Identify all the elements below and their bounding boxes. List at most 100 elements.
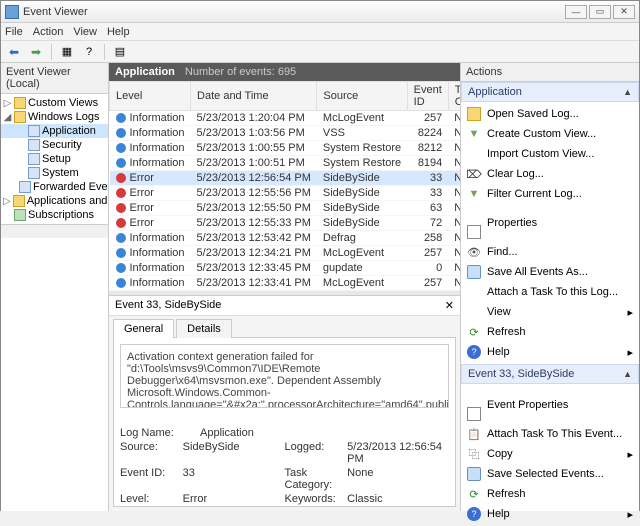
event-row[interactable]: Error5/23/2013 12:55:56 PMSideBySide33No… [110,186,461,201]
action-item[interactable]: ⟳Refresh [461,484,639,504]
column-header[interactable]: Source [317,82,407,111]
event-row[interactable]: Error5/23/2013 12:55:33 PMSideBySide72No… [110,216,461,231]
action-item[interactable]: ▼Filter Current Log... [461,184,639,204]
tab-details[interactable]: Details [176,319,232,338]
action-item[interactable]: Attach a Task To this Log... [461,282,639,302]
tree-icon: ▦ [62,45,72,58]
action-item[interactable]: ▼Create Custom View... [461,124,639,144]
error-icon [116,188,126,198]
event-row[interactable]: Information5/23/2013 1:00:55 PMSystem Re… [110,141,461,156]
action-item[interactable]: Properties [461,204,639,242]
action-label: Import Custom View... [487,148,633,160]
action-label: Filter Current Log... [487,188,633,200]
help-icon: ? [467,345,481,359]
maximize-button[interactable]: ▭ [589,5,611,19]
event-row[interactable]: Information5/23/2013 1:20:04 PMMcLogEven… [110,111,461,126]
event-row[interactable]: Information5/23/2013 12:33:41 PMMcLogEve… [110,276,461,291]
menu-action[interactable]: Action [33,26,64,38]
tree-scrollbar[interactable] [1,224,108,238]
actions-section-event[interactable]: Event 33, SideBySide▲ [461,364,639,384]
information-icon [116,263,126,273]
tree-node[interactable]: ▷Custom Views [1,96,108,110]
v-logged: 5/23/2013 12:56:54 PM [347,441,449,465]
event-count: Number of events: 695 [185,66,296,78]
tree-node[interactable]: Forwarded Events [1,180,108,194]
action-item[interactable]: ? Help ▸ [461,342,639,362]
blank-icon [467,147,481,161]
tree-node[interactable]: System [1,166,108,180]
forward-button[interactable]: ➡ [27,43,45,61]
actions-pane: Actions Application▲ Open Saved Log...▼C… [461,63,639,511]
tree-node[interactable]: Security [1,138,108,152]
column-header[interactable]: Level [110,82,191,111]
tree-node[interactable]: ◢Windows Logs [1,110,108,124]
action-label: Help [487,508,621,520]
tree-node[interactable]: Setup [1,152,108,166]
menu-help[interactable]: Help [107,26,130,38]
action-item[interactable]: ⿻Copy▸ [461,444,639,464]
action-item[interactable]: ⌦Clear Log... [461,164,639,184]
menu-file[interactable]: File [5,26,23,38]
event-row[interactable]: Error5/23/2013 12:56:54 PMSideBySide33No… [110,171,461,186]
action-item[interactable]: Save Selected Events... [461,464,639,484]
actions-section-application[interactable]: Application▲ [461,82,639,102]
chevron-right-icon: ▸ [627,346,633,359]
details-close-button[interactable]: ✕ [445,299,454,312]
navigation-tree: Event Viewer (Local) ▷Custom Views◢Windo… [1,63,109,511]
show-tree-button[interactable]: ▦ [58,43,76,61]
find-icon: 👁 [467,245,481,259]
v-level: Error [183,493,285,505]
props-icon [467,225,481,239]
close-button[interactable]: ✕ [613,5,635,19]
window-title: Event Viewer [23,6,565,18]
chevron-right-icon: ▸ [627,508,633,521]
event-row[interactable]: Error5/23/2013 12:55:50 PMSideBySide63No… [110,201,461,216]
action-label: Help [487,346,621,358]
tree-node[interactable]: Subscriptions [1,208,108,222]
action-label: Refresh [487,488,633,500]
tree-header[interactable]: Event Viewer (Local) [1,63,108,94]
action-item[interactable]: Open Saved Log... [461,104,639,124]
minimize-button[interactable]: — [565,5,587,19]
information-icon [116,128,126,138]
menu-bar: File Action View Help [1,23,639,41]
k-source: Source: [120,441,183,465]
help-button[interactable]: ? [80,43,98,61]
column-header[interactable]: Task C... [448,82,460,111]
toolbar-extra-button[interactable]: ▤ [111,43,129,61]
action-label: Clear Log... [487,168,633,180]
action-item[interactable]: ?Help▸ [461,504,639,524]
action-item[interactable]: Save All Events As... [461,262,639,282]
toolbar: ⬅ ➡ ▦ ? ▤ [1,41,639,63]
information-icon [116,158,126,168]
action-item[interactable]: Import Custom View... [461,144,639,164]
back-button[interactable]: ⬅ [5,43,23,61]
k-taskcat: Task Category: [285,467,348,491]
v-source: SideBySide [183,441,285,465]
tree-node[interactable]: Application [1,124,108,138]
event-row[interactable]: Information5/23/2013 12:34:21 PMMcLogEve… [110,246,461,261]
chevron-right-icon: ▸ [627,306,633,319]
action-item[interactable]: 📋Attach Task To This Event... [461,424,639,444]
menu-view[interactable]: View [73,26,97,38]
column-header[interactable]: Event ID [407,82,448,111]
event-row[interactable]: Information5/23/2013 12:33:45 PMgupdate0… [110,261,461,276]
tree-node[interactable]: ▷Applications and Services Logs [1,194,108,208]
action-label: Attach Task To This Event... [487,428,633,440]
event-row[interactable]: Information5/23/2013 1:00:51 PMSystem Re… [110,156,461,171]
action-label: Save All Events As... [487,266,633,278]
action-item[interactable]: ⟳Refresh [461,322,639,342]
column-header[interactable]: Date and Time [191,82,317,111]
event-row[interactable]: Information5/23/2013 12:53:42 PMDefrag25… [110,231,461,246]
action-item[interactable]: View▸ [461,302,639,322]
event-grid[interactable]: LevelDate and TimeSourceEvent IDTask C..… [109,81,460,291]
folder-icon [467,107,481,121]
action-item[interactable]: Event Properties [461,386,639,424]
event-row[interactable]: Information5/23/2013 1:03:56 PMVSS8224No… [110,126,461,141]
action-label: Event Properties [487,399,633,411]
k-logged: Logged: [285,441,348,465]
information-icon [116,143,126,153]
action-item[interactable]: 👁Find... [461,242,639,262]
k-logname: Log Name: [120,427,200,439]
tab-general[interactable]: General [113,319,174,338]
